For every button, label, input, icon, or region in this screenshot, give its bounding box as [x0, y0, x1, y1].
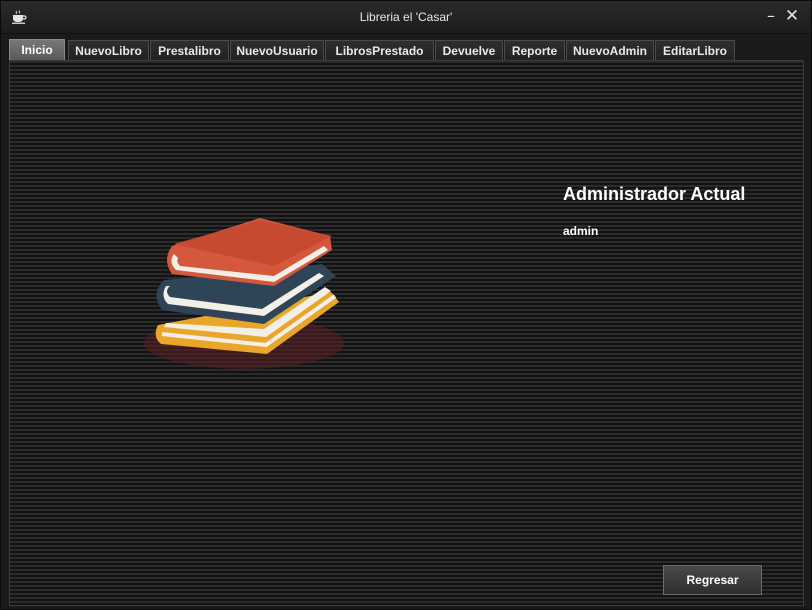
- tab-nuevolibro[interactable]: NuevoLibro: [68, 40, 149, 60]
- book-stack-icon: [144, 218, 344, 369]
- minimize-button[interactable]: –: [761, 6, 781, 26]
- title-bar[interactable]: Libreria el 'Casar' – ✕: [1, 1, 811, 34]
- tab-content-inicio: Administrador Actual admin Regresar: [9, 60, 804, 606]
- admin-heading: Administrador Actual: [563, 184, 746, 204]
- tab-nuevousuario[interactable]: NuevoUsuario: [230, 40, 324, 60]
- tab-reporte[interactable]: Reporte: [504, 40, 565, 60]
- tab-prestalibro[interactable]: Prestalibro: [150, 40, 229, 60]
- admin-name: admin: [563, 224, 599, 238]
- tab-nuevoadmin[interactable]: NuevoAdmin: [566, 40, 654, 60]
- window-title: Libreria el 'Casar': [359, 10, 453, 24]
- tab-librosprestado[interactable]: LibrosPrestado: [325, 40, 434, 60]
- close-button[interactable]: ✕: [782, 6, 802, 26]
- back-button[interactable]: Regresar: [663, 565, 762, 595]
- tab-bar: Inicio NuevoLibro Prestalibro NuevoUsuar…: [9, 39, 804, 60]
- tab-editarlibro[interactable]: EditarLibro: [655, 40, 735, 60]
- tab-devuelve[interactable]: Devuelve: [435, 40, 503, 60]
- app-window: Libreria el 'Casar' – ✕ Inicio NuevoLibr…: [0, 0, 812, 610]
- tab-inicio[interactable]: Inicio: [9, 39, 65, 60]
